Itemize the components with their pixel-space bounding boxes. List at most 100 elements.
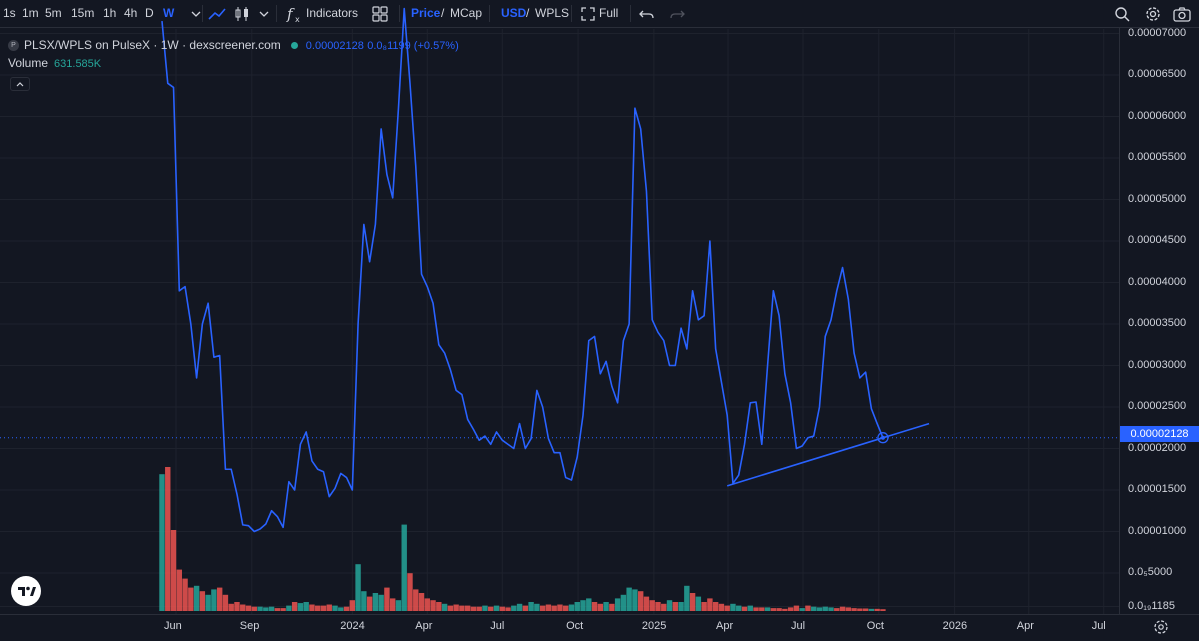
volume-bar	[770, 608, 777, 611]
volume-bar	[216, 587, 223, 611]
volume-bar	[822, 606, 828, 611]
volume-bar	[632, 589, 638, 611]
volume-bar	[459, 605, 465, 611]
volume-bar	[626, 587, 632, 611]
volume-bar	[862, 608, 869, 611]
volume-bar	[505, 607, 511, 611]
volume-bar	[389, 598, 396, 611]
volume-bar	[782, 608, 788, 611]
time-axis-label: Apr	[415, 620, 433, 632]
time-axis-label: Sep	[239, 620, 260, 632]
volume-bar	[724, 605, 730, 611]
volume-bar	[476, 606, 482, 611]
legend-last-value: 0.00002128	[305, 40, 364, 52]
volume-bar	[580, 600, 586, 611]
volume-bar	[614, 598, 621, 611]
volume-bar	[182, 578, 188, 611]
volume-bar	[395, 600, 402, 611]
volume-bar	[499, 606, 505, 611]
volume-bar	[274, 608, 281, 611]
price-axis-label: 0.00007000	[1128, 26, 1187, 39]
volume-bar	[424, 598, 430, 611]
volume-bar	[355, 564, 361, 611]
volume-bar	[655, 602, 661, 611]
volume-bar	[343, 606, 350, 611]
volume-bar	[637, 591, 644, 611]
legend-volume-row: Volume 631.585K	[8, 54, 459, 72]
volume-label: Volume	[8, 56, 49, 70]
volume-bar	[418, 593, 425, 611]
volume-bar	[718, 603, 725, 611]
volume-bar	[799, 608, 805, 611]
volume-bar	[436, 602, 442, 611]
volume-bar	[511, 605, 517, 611]
volume-bar	[672, 602, 678, 611]
volume-bar	[666, 600, 673, 611]
volume-bar	[303, 602, 309, 611]
volume-bar	[874, 608, 880, 611]
volume-bar	[816, 607, 823, 611]
volume-bar	[447, 605, 454, 611]
status-dot-icon	[290, 42, 298, 50]
volume-bar	[793, 605, 800, 611]
volume-bar	[211, 589, 217, 611]
time-axis-label: Jul	[1091, 620, 1106, 632]
volume-bar	[413, 589, 419, 611]
volume-bar	[747, 605, 753, 611]
volume-bar	[378, 594, 384, 611]
volume-bar	[678, 602, 684, 611]
volume-bar	[620, 594, 627, 611]
volume-bar	[522, 605, 529, 611]
volume-bar	[857, 608, 863, 611]
volume-bar	[291, 602, 298, 611]
volume-bar	[528, 602, 534, 611]
volume-bar	[539, 605, 546, 611]
volume-bar	[470, 606, 477, 611]
volume-bar	[441, 603, 448, 611]
price-axis-label: 0.00004500	[1128, 234, 1187, 246]
volume-bar	[764, 607, 771, 611]
volume-bar	[315, 605, 321, 611]
price-axis-label: 0.00003000	[1128, 358, 1187, 371]
gear-icon[interactable]	[1152, 618, 1170, 636]
volume-bar	[159, 474, 165, 611]
volume-bar	[407, 573, 413, 611]
price-chart[interactable]	[0, 0, 1199, 641]
time-axis-border	[0, 614, 1199, 615]
volume-bar	[586, 598, 592, 611]
time-axis-label: 2024	[340, 620, 365, 632]
volume-bar	[845, 607, 852, 611]
tradingview-logo-icon[interactable]	[11, 576, 41, 606]
time-axis-label: Jul	[490, 620, 505, 632]
legend-collapse-button[interactable]	[10, 77, 30, 91]
volume-bar	[839, 606, 846, 611]
volume-bar	[263, 607, 269, 611]
legend-title: PLSX/WPLS on PulseX · 1W · dexscreener.c…	[24, 38, 281, 52]
volume-value: 631.585K	[54, 58, 102, 70]
price-axis-label: 0.0₅5000	[1128, 566, 1173, 578]
price-axis-label: 0.00002000	[1128, 441, 1187, 454]
price-axis-label: 0.00003500	[1128, 317, 1187, 329]
volume-bar	[372, 593, 379, 611]
volume-bar	[228, 603, 234, 611]
volume-bar	[545, 604, 552, 611]
volume-bar	[493, 605, 500, 611]
price-line-layer	[0, 7, 1119, 533]
volume-bar	[240, 604, 246, 611]
volume-bar	[563, 605, 569, 611]
volume-bar	[453, 604, 459, 611]
volume-bar	[268, 606, 275, 611]
trendline-layer[interactable]	[726, 422, 930, 487]
price-axis-label: 0.00006500	[1128, 68, 1187, 80]
volume-bar	[568, 604, 575, 611]
legend-change: 0.0₈1199 (+0.57%)	[367, 40, 459, 52]
volume-bar	[609, 603, 615, 611]
volume-bar	[661, 603, 667, 611]
price-axis-label: 0.00004000	[1128, 275, 1187, 288]
volume-bar	[170, 530, 177, 611]
volume-bar	[176, 569, 182, 611]
time-axis-label: Jul	[791, 620, 806, 632]
price-line	[161, 7, 884, 533]
price-axis-label: 0.00001500	[1128, 483, 1187, 495]
volume-bar	[165, 467, 171, 611]
